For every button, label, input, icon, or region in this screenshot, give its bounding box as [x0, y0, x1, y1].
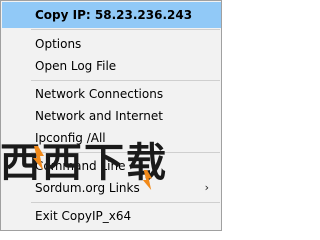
- menu-item-options[interactable]: Options: [2, 33, 221, 55]
- menu-item-network-connections[interactable]: Network Connections: [2, 83, 221, 105]
- menu-separator: [31, 29, 220, 30]
- menu-item-label: Network and Internet: [35, 109, 163, 123]
- menu-item-open-log-file[interactable]: Open Log File: [2, 55, 221, 77]
- menu-item-label: Open Log File: [35, 59, 117, 73]
- menu-item-command-line[interactable]: Command Line: [2, 155, 221, 177]
- menu-separator: [31, 80, 220, 81]
- menu-item-label: Exit CopyIP_x64: [35, 209, 132, 223]
- menu-item-copy-ip[interactable]: Copy IP: 58.23.236.243: [2, 2, 221, 28]
- context-menu: Copy IP: 58.23.236.243 Options Open Log …: [0, 0, 222, 231]
- menu-item-sordum-links[interactable]: Sordum.org Links ›: [2, 177, 221, 199]
- menu-item-label: Network Connections: [35, 87, 164, 101]
- menu-item-ipconfig-all[interactable]: Ipconfig /All: [2, 127, 221, 149]
- menu-item-label: Copy IP: 58.23.236.243: [35, 8, 193, 22]
- chevron-right-icon: ›: [204, 181, 209, 194]
- menu-item-label: Options: [35, 37, 82, 51]
- menu-separator: [31, 152, 220, 153]
- menu-item-label: Command Line: [35, 159, 126, 173]
- menu-item-label: Ipconfig /All: [35, 131, 106, 145]
- menu-separator: [31, 202, 220, 203]
- menu-item-network-and-internet[interactable]: Network and Internet: [2, 105, 221, 127]
- menu-item-label: Sordum.org Links: [35, 181, 140, 195]
- menu-item-exit[interactable]: Exit CopyIP_x64: [2, 205, 221, 227]
